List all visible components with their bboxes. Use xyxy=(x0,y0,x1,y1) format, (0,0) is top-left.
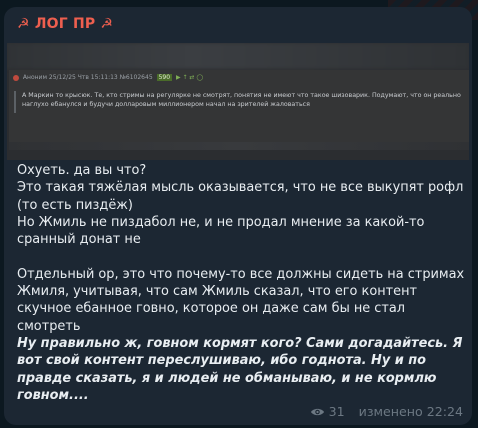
message-line: Но Жмиль не пиздабол не, и не продал мне… xyxy=(17,214,425,248)
poster-flag-icon xyxy=(13,74,19,81)
attached-screenshot[interactable]: Аноним 25/12/25 Чтв 15:11:13 №6102645 59… xyxy=(7,43,469,160)
post-count-badge: 590 xyxy=(156,74,173,81)
post-author: Аноним xyxy=(22,74,47,81)
message-text: Охуеть. да вы что? Это такая тяжёлая мыс… xyxy=(17,162,467,404)
screenshot-blurred-footer xyxy=(9,142,469,150)
message-line: Отдельный ор, это что почему-то все долж… xyxy=(17,266,465,334)
screenshot-blurred-header xyxy=(7,43,469,69)
message-line: Это такая тяжёлая мысль оказывается, что… xyxy=(17,180,464,213)
view-count: 31 xyxy=(328,404,345,419)
channel-title[interactable]: ☭ ЛОГ ПР ☭ xyxy=(17,16,113,32)
message-footer: 31 изменено 22:24 xyxy=(310,404,463,419)
message-line: Охуеть. да вы что? xyxy=(17,163,147,178)
eye-icon xyxy=(310,408,324,415)
edited-timestamp: изменено 22:24 xyxy=(358,404,463,419)
post-body: А Маркин то крысюк. Те, кто стримы на ре… xyxy=(14,91,469,113)
message-italic-line: Ну правильно ж, говном кормят кого? Сами… xyxy=(17,335,463,403)
post-action-icons: ▶ ↑ ⇄ ◯ xyxy=(175,74,204,81)
message-bubble[interactable]: ☭ ЛОГ ПР ☭ Аноним 25/12/25 Чтв 15:11:13 … xyxy=(4,7,472,425)
imageboard-post: Аноним 25/12/25 Чтв 15:11:13 №6102645 59… xyxy=(9,70,469,150)
post-number: №6102645 xyxy=(119,74,153,81)
post-date: 25/12/25 Чтв 15:11:13 xyxy=(48,74,118,81)
post-text: А Маркин то крысюк. Те, кто стримы на ре… xyxy=(22,92,461,108)
post-meta: Аноним 25/12/25 Чтв 15:11:13 №6102645 59… xyxy=(13,74,203,81)
